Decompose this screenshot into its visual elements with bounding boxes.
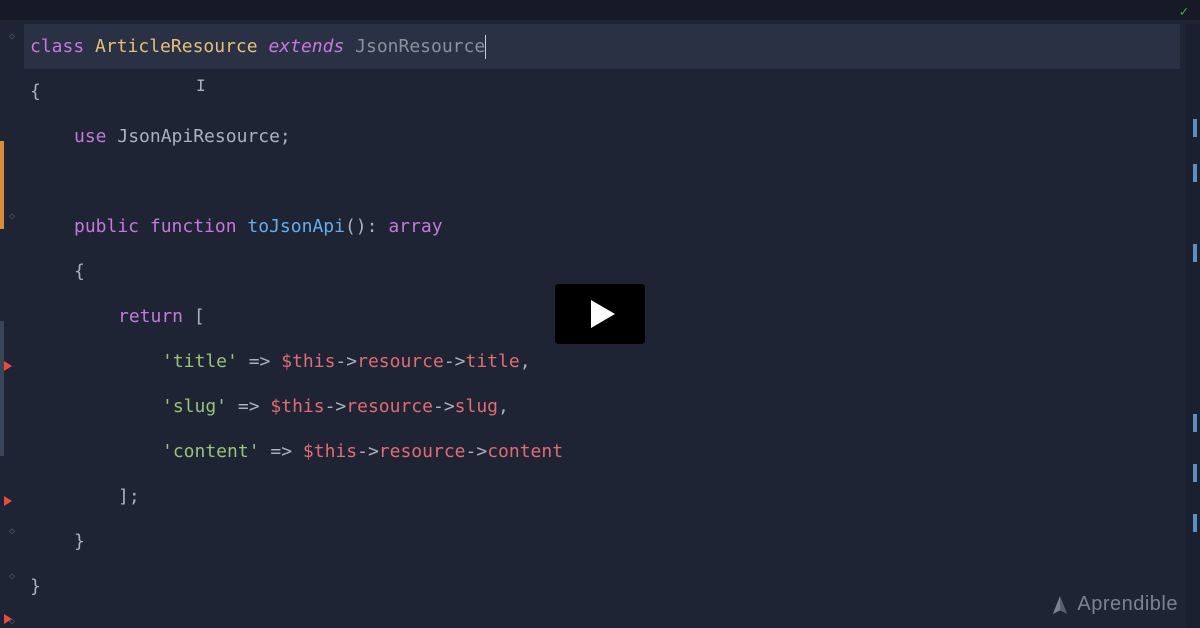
code-line-empty[interactable]	[24, 159, 1180, 204]
brace-open: {	[30, 81, 41, 102]
code-line[interactable]: 'content' => $this->resource->content	[24, 429, 1180, 474]
return-type: array	[388, 216, 442, 237]
breakpoint-icon[interactable]	[4, 496, 12, 506]
editor-gutter[interactable]: ◇ ◇ ◇ ◇ ◇	[0, 24, 24, 628]
watermark: Aprendible	[1051, 593, 1178, 616]
keyword-extends: extends	[268, 36, 344, 57]
colon: :	[367, 216, 378, 237]
breakpoint-icon[interactable]	[4, 361, 12, 371]
code-line[interactable]: }	[24, 519, 1180, 564]
function-name: toJsonApi	[247, 216, 345, 237]
code-line[interactable]: public function toJsonApi(): array	[24, 204, 1180, 249]
keyword-public: public	[74, 216, 139, 237]
play-button[interactable]	[555, 284, 645, 344]
object-arrow: ->	[357, 441, 379, 462]
fold-icon[interactable]: ◇	[6, 525, 18, 537]
property: slug	[455, 396, 498, 417]
semicolon: ;	[280, 126, 291, 147]
code-editor: ✓ ◇ ◇ ◇ ◇ ◇ class ArticleResource extend…	[0, 0, 1200, 628]
scrollbar[interactable]	[1186, 24, 1200, 628]
text-cursor	[485, 35, 486, 59]
keyword-class: class	[30, 36, 84, 57]
fold-icon[interactable]: ◇	[6, 615, 18, 627]
bracket-close: ]	[118, 486, 129, 507]
code-line[interactable]: class ArticleResource extends JsonResour…	[24, 24, 1180, 69]
code-line[interactable]: use JsonApiResource;	[24, 114, 1180, 159]
parens: ()	[345, 216, 367, 237]
variable-this: $this	[270, 396, 324, 417]
keyword-use: use	[74, 126, 107, 147]
scroll-marker	[1193, 514, 1197, 532]
code-line[interactable]: 'slug' => $this->resource->slug,	[24, 384, 1180, 429]
scroll-marker	[1193, 119, 1197, 137]
object-arrow: ->	[433, 396, 455, 417]
arrow-op: =>	[249, 351, 271, 372]
class-name: ArticleResource	[95, 36, 258, 57]
object-arrow: ->	[325, 396, 347, 417]
property: resource	[346, 396, 433, 417]
change-marker	[0, 141, 4, 229]
code-line[interactable]: }	[24, 564, 1180, 609]
brace-open: {	[74, 261, 85, 282]
scroll-marker	[1193, 464, 1197, 482]
arrow-op: =>	[270, 441, 292, 462]
logo-icon	[1051, 594, 1069, 616]
code-line[interactable]: 'title' => $this->resource->title,	[24, 339, 1180, 384]
arrow-op: =>	[238, 396, 260, 417]
fold-icon[interactable]: ◇	[6, 210, 18, 222]
scroll-marker	[1193, 244, 1197, 262]
array-key: 'content'	[162, 441, 260, 462]
variable-this: $this	[281, 351, 335, 372]
array-key: 'slug'	[162, 396, 227, 417]
array-key: 'title'	[162, 351, 238, 372]
object-arrow: ->	[466, 441, 488, 462]
trait-name: JsonApiResource	[117, 126, 280, 147]
keyword-return: return	[118, 306, 183, 327]
parent-class: JsonResource	[355, 36, 485, 57]
bracket-open: [	[194, 306, 205, 327]
watermark-text: Aprendible	[1077, 593, 1178, 616]
scroll-marker	[1193, 164, 1197, 182]
brace-close: }	[74, 531, 85, 552]
code-line[interactable]: { I	[24, 69, 1180, 114]
scroll-marker	[1193, 414, 1197, 432]
editor-top-bar: ✓	[0, 0, 1200, 20]
brace-close: }	[30, 576, 41, 597]
code-line[interactable]: ];	[24, 474, 1180, 519]
fold-icon[interactable]: ◇	[6, 30, 18, 42]
fold-icon[interactable]: ◇	[6, 570, 18, 582]
i-beam-cursor-icon: I	[196, 76, 206, 95]
play-icon	[591, 300, 615, 328]
property: content	[487, 441, 563, 462]
object-arrow: ->	[335, 351, 357, 372]
property: title	[466, 351, 520, 372]
variable-this: $this	[303, 441, 357, 462]
status-checkmark-icon: ✓	[1180, 4, 1188, 20]
property: resource	[357, 351, 444, 372]
change-marker	[0, 321, 4, 456]
comma: ,	[520, 351, 531, 372]
property: resource	[379, 441, 466, 462]
object-arrow: ->	[444, 351, 466, 372]
comma: ,	[498, 396, 509, 417]
keyword-function: function	[150, 216, 237, 237]
semicolon: ;	[129, 486, 140, 507]
